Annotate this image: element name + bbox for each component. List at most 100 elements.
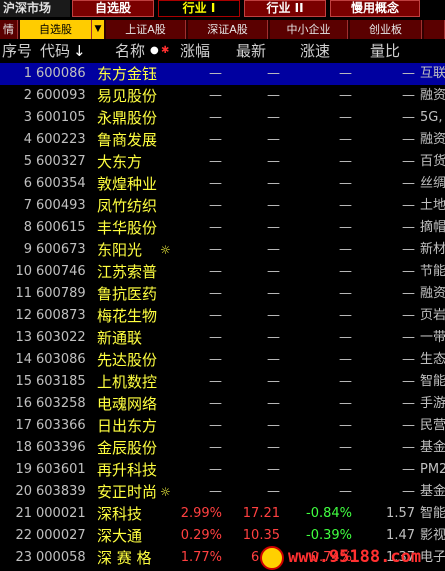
stock-name: 电魂网络 bbox=[97, 395, 158, 413]
table-row[interactable]: 10 600746 江苏索普 — — — — 节能 bbox=[0, 261, 445, 283]
change-percent: — bbox=[209, 352, 222, 367]
table-row[interactable]: 9 600673 东阳光 ☼ — — — — 新材 bbox=[0, 239, 445, 261]
subtab-sme[interactable]: 中小企业 bbox=[270, 20, 348, 39]
change-percent: — bbox=[209, 440, 222, 455]
table-row[interactable]: 21 000021 深科技 2.99% 17.21 -0.84% 1.57 智能 bbox=[0, 503, 445, 525]
volume-ratio: — bbox=[402, 352, 415, 367]
table-row[interactable]: 7 600493 凤竹纺织 — — — — 土地 bbox=[0, 195, 445, 217]
market-tabbar: 沪深市场 自选股 行业 I 行业 II 慢用概念 bbox=[0, 0, 445, 17]
stock-name: 鲁抗医药 bbox=[97, 285, 158, 303]
watermark-text: www.95188.com bbox=[288, 547, 422, 567]
stock-name: 江苏索普 bbox=[97, 263, 158, 281]
subtab-gem[interactable]: 创业板 bbox=[350, 20, 422, 39]
tab-industry-2[interactable]: 行业 II bbox=[244, 0, 326, 17]
volume-ratio: — bbox=[402, 198, 415, 213]
flag-icon: ✱ bbox=[161, 45, 170, 56]
change-speed: — bbox=[339, 220, 352, 235]
stock-code: 000027 bbox=[36, 528, 86, 543]
subtab-sz-a[interactable]: 深证A股 bbox=[188, 20, 268, 39]
stock-name: 再升科技 bbox=[97, 461, 158, 479]
table-row[interactable]: 5 600327 大东方 — — — — 百货 bbox=[0, 151, 445, 173]
tab-watchlist[interactable]: 自选股 bbox=[72, 0, 154, 17]
tab-concept[interactable]: 慢用概念 bbox=[330, 0, 420, 17]
concept-tag: 新材 bbox=[420, 242, 445, 257]
volume-ratio: 1.57 bbox=[386, 506, 415, 521]
stock-code: 603185 bbox=[36, 374, 86, 389]
table-row[interactable]: 13 603022 新通联 — — — — 一带 bbox=[0, 327, 445, 349]
concept-tag: 互联 bbox=[420, 66, 445, 81]
concept-tag: 节能 bbox=[420, 264, 445, 279]
concept-tag: 页岩 bbox=[420, 308, 445, 323]
table-row[interactable]: 22 000027 深大通 0.29% 10.35 -0.39% 1.47 影视 bbox=[0, 525, 445, 547]
change-percent: — bbox=[209, 110, 222, 125]
table-row[interactable]: 12 600873 梅花生物 — — — — 页岩 bbox=[0, 305, 445, 327]
table-row[interactable]: 20 603839 安正时尚 ☼ — — — — 基金 bbox=[0, 481, 445, 503]
watermark: www.95188.com bbox=[260, 546, 445, 571]
change-percent: — bbox=[209, 264, 222, 279]
subtab-quote[interactable]: 情 bbox=[0, 20, 18, 39]
header-name[interactable]: 名称 bbox=[115, 40, 145, 62]
stock-name: 日出东方 bbox=[97, 417, 158, 435]
change-speed: — bbox=[339, 286, 352, 301]
stock-name: 鲁商发展 bbox=[97, 131, 158, 149]
row-index: 1 bbox=[23, 66, 32, 81]
change-percent: — bbox=[209, 374, 222, 389]
change-percent: — bbox=[209, 66, 222, 81]
table-row[interactable]: 15 603185 上机数控 — — — — 智能 bbox=[0, 371, 445, 393]
stock-code: 600673 bbox=[36, 242, 86, 257]
table-row[interactable]: 4 600223 鲁商发展 — — — — 融资 bbox=[0, 129, 445, 151]
table-row[interactable]: 18 603396 金辰股份 — — — — 基金 bbox=[0, 437, 445, 459]
change-speed: — bbox=[339, 418, 352, 433]
latest-price: — bbox=[267, 132, 280, 147]
change-percent: — bbox=[209, 88, 222, 103]
change-percent: — bbox=[209, 418, 222, 433]
row-index: 23 bbox=[15, 550, 32, 565]
header-volume-ratio[interactable]: 量比 bbox=[370, 40, 400, 62]
header-index[interactable]: 序号 bbox=[2, 40, 32, 62]
header-speed[interactable]: 涨速 bbox=[300, 40, 330, 62]
header-code[interactable]: 代码 bbox=[40, 40, 70, 62]
stock-code: 000058 bbox=[36, 550, 86, 565]
stock-name: 永鼎股份 bbox=[97, 109, 158, 127]
latest-price: — bbox=[267, 330, 280, 345]
change-percent: — bbox=[209, 462, 222, 477]
volume-ratio: — bbox=[402, 132, 415, 147]
stock-code: 600093 bbox=[36, 88, 86, 103]
subtab-more[interactable] bbox=[424, 20, 445, 39]
latest-price: — bbox=[267, 198, 280, 213]
table-row[interactable]: 16 603258 电魂网络 — — — — 手游 bbox=[0, 393, 445, 415]
volume-ratio: — bbox=[402, 440, 415, 455]
change-percent: — bbox=[209, 132, 222, 147]
latest-price: — bbox=[267, 220, 280, 235]
latest-price: — bbox=[267, 352, 280, 367]
change-speed: -0.84% bbox=[306, 506, 352, 521]
row-index: 4 bbox=[23, 132, 32, 147]
table-row[interactable]: 6 600354 敦煌种业 — — — — 丝绸 bbox=[0, 173, 445, 195]
header-change[interactable]: 涨幅 bbox=[180, 40, 210, 62]
tab-industry-1[interactable]: 行业 I bbox=[158, 0, 240, 17]
table-row[interactable]: 2 600093 易见股份 — — — — 融资 bbox=[0, 85, 445, 107]
change-speed: — bbox=[339, 242, 352, 257]
stock-code: 603601 bbox=[36, 462, 86, 477]
table-row[interactable]: 17 603366 日出东方 — — — — 民营 bbox=[0, 415, 445, 437]
table-row[interactable]: 3 600105 永鼎股份 — — — — 5G, bbox=[0, 107, 445, 129]
volume-ratio: — bbox=[402, 374, 415, 389]
change-speed: — bbox=[339, 374, 352, 389]
header-price[interactable]: 最新 bbox=[236, 40, 266, 62]
volume-ratio: — bbox=[402, 220, 415, 235]
table-row[interactable]: 14 603086 先达股份 — — — — 生态 bbox=[0, 349, 445, 371]
row-index: 3 bbox=[23, 110, 32, 125]
change-percent: — bbox=[209, 176, 222, 191]
table-row[interactable]: 19 603601 再升科技 — — — — PM2 bbox=[0, 459, 445, 481]
stock-code: 603839 bbox=[36, 484, 86, 499]
subtab-sh-a[interactable]: 上证A股 bbox=[106, 20, 186, 39]
dropdown-arrow-icon[interactable]: ▼ bbox=[92, 20, 104, 39]
table-row[interactable]: 11 600789 鲁抗医药 — — — — 融资 bbox=[0, 283, 445, 305]
subtab-watchlist[interactable]: 自选股 bbox=[20, 20, 92, 39]
latest-price: — bbox=[267, 264, 280, 279]
sort-desc-icon[interactable]: ↓ bbox=[73, 40, 86, 62]
row-index: 17 bbox=[15, 418, 32, 433]
table-row[interactable]: 8 600615 丰华股份 — — — — 摘帽 bbox=[0, 217, 445, 239]
volume-ratio: — bbox=[402, 308, 415, 323]
table-row[interactable]: 1 600086 东方金钰 — — — — 互联 bbox=[0, 63, 445, 85]
